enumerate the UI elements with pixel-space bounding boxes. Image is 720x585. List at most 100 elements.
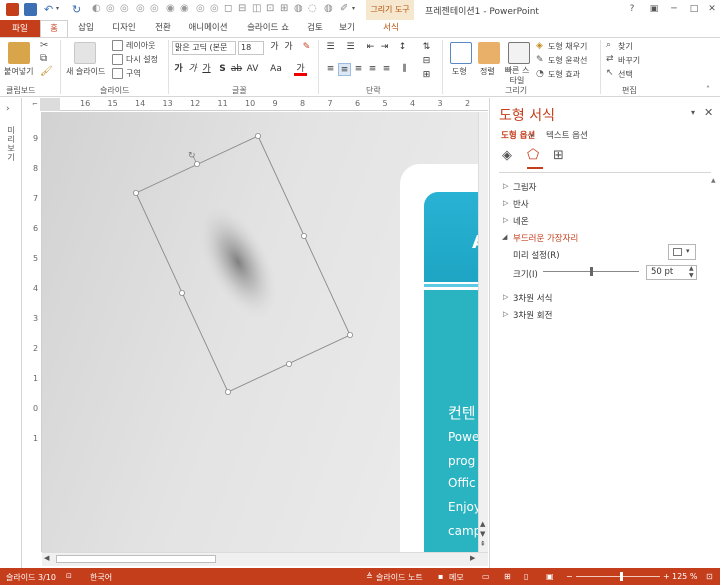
italic-icon[interactable]: 가 [186, 63, 199, 76]
qat-icon-7[interactable]: ◉ [180, 3, 189, 14]
powerpoint-app-icon[interactable] [6, 3, 19, 16]
undo-icon[interactable]: ↶ [44, 3, 53, 16]
quick-styles-icon[interactable] [508, 42, 530, 64]
qat-icon-12[interactable]: ◫ [252, 3, 261, 14]
shape-effects-button[interactable]: 도형 효과 [548, 69, 580, 80]
qat-icon-14[interactable]: ⊞ [280, 3, 288, 14]
replace-icon[interactable]: ⇄ [606, 54, 614, 64]
smartart-icon[interactable]: ⊞ [420, 69, 433, 82]
line-spacing-icon[interactable]: ↕ [396, 41, 409, 54]
qat-customize-icon[interactable]: ▾ [352, 5, 355, 12]
section-reflection[interactable]: 반사 [513, 198, 529, 210]
undo-dropdown-icon[interactable]: ▾ [56, 5, 59, 12]
shapes-icon[interactable] [450, 42, 472, 64]
language-indicator[interactable]: 한국어 [90, 572, 112, 583]
section-3d-rotation[interactable]: 3차원 회전 [513, 309, 552, 321]
section-icon[interactable] [112, 68, 123, 79]
select-button[interactable]: 선택 [618, 69, 633, 80]
find-icon[interactable]: ⌕ [606, 40, 611, 50]
bold-icon[interactable]: 가 [172, 63, 185, 76]
align-right-icon[interactable]: ≡ [352, 63, 365, 76]
ribbon-display-button[interactable]: ▣ [646, 3, 662, 16]
columns-icon[interactable]: ⫼ [398, 63, 411, 76]
copy-icon[interactable]: ⧉ [40, 53, 47, 64]
expand-icon[interactable]: ▷ [503, 293, 508, 301]
tab-slideshow[interactable]: 슬라이드 쇼 [240, 20, 296, 38]
tab-text-options[interactable]: 텍스트 옵션 [546, 129, 588, 141]
align-center-icon[interactable]: ≡ [338, 63, 351, 76]
find-button[interactable]: 찾기 [618, 41, 633, 52]
minimize-button[interactable]: ─ [666, 3, 682, 16]
expand-icon[interactable]: ▷ [503, 310, 508, 318]
shape-outline-button[interactable]: 도형 윤곽선 [548, 55, 587, 66]
font-name-combo[interactable]: 맑은 고딕 (본문 [172, 41, 236, 55]
pane-scrollbar[interactable] [709, 175, 720, 568]
scroll-right-icon[interactable]: ▶ [470, 554, 475, 562]
zoom-out-icon[interactable]: − [566, 572, 573, 581]
qat-icon-15[interactable]: ◍ [294, 3, 303, 14]
pane-options-icon[interactable]: ▾ [691, 108, 695, 117]
tab-view[interactable]: 보기 [334, 20, 360, 38]
shadow-icon[interactable]: S [216, 63, 229, 76]
clear-format-icon[interactable]: ✎ [300, 41, 313, 54]
expand-thumbnails-icon[interactable]: › [6, 104, 10, 114]
select-icon[interactable]: ↖ [606, 68, 614, 78]
canvas-vertical-scrollbar[interactable] [478, 112, 488, 552]
layout-icon[interactable] [112, 40, 123, 51]
collapse-ribbon-icon[interactable]: ˄ [706, 85, 710, 94]
shape-fill-button[interactable]: 도형 채우기 [548, 41, 587, 52]
normal-view-icon[interactable]: ▭ [482, 572, 490, 581]
qat-icon-3[interactable]: ◎ [120, 3, 129, 14]
tab-animations[interactable]: 애니메이션 [184, 20, 232, 38]
save-icon[interactable] [24, 3, 37, 16]
shrink-font-icon[interactable]: 가 [282, 41, 295, 54]
tab-design[interactable]: 디자인 [106, 20, 142, 38]
zoom-slider[interactable] [576, 576, 660, 577]
font-size-combo[interactable]: 18 [238, 41, 264, 55]
format-painter-icon[interactable]: 🖌 [40, 66, 53, 77]
maximize-button[interactable]: □ [686, 3, 702, 16]
quick-styles-button[interactable]: 빠른 스타일 [502, 66, 532, 86]
qat-icon-1[interactable]: ◐ [92, 3, 101, 14]
scroll-up-icon[interactable]: ▲ [480, 520, 485, 528]
fit-to-window-icon[interactable]: ⊡ [706, 572, 713, 581]
align-text-icon[interactable]: ⊟ [420, 55, 433, 68]
numbering-icon[interactable]: ☰ [344, 41, 357, 54]
collapse-icon[interactable]: ◢ [502, 233, 507, 241]
tab-file[interactable]: 파일 [0, 20, 40, 38]
strikethrough-icon[interactable]: ab [230, 63, 243, 76]
shapes-button[interactable]: 도형 [452, 66, 467, 77]
char-spacing-icon[interactable]: AV [246, 63, 259, 76]
qat-icon-5[interactable]: ◎ [150, 3, 159, 14]
qat-icon-8[interactable]: ◎ [196, 3, 205, 14]
tab-review[interactable]: 검토 [302, 20, 328, 38]
arrange-button[interactable]: 정렬 [480, 66, 495, 77]
qat-icon-10[interactable]: ◻ [224, 3, 232, 14]
reset-button[interactable]: 다시 설정 [126, 54, 158, 65]
scroll-up-icon[interactable]: ▲ [711, 177, 716, 184]
qat-icon-16[interactable]: ◌ [308, 3, 317, 14]
tab-format[interactable]: 서식 [374, 20, 408, 38]
change-case-icon[interactable]: Aa [266, 63, 286, 76]
qat-icon-6[interactable]: ◉ [166, 3, 175, 14]
section-glow[interactable]: 네온 [513, 215, 529, 227]
font-color-icon[interactable]: 가 [294, 63, 307, 76]
replace-button[interactable]: 바꾸기 [618, 55, 640, 66]
spellcheck-icon[interactable]: ⊡ [66, 572, 72, 580]
section-3d-format[interactable]: 3차원 서식 [513, 292, 552, 304]
arrange-icon[interactable] [478, 42, 500, 64]
text-direction-icon[interactable]: ⇅ [420, 41, 433, 54]
notes-button[interactable]: 슬라이드 노트 [376, 572, 423, 583]
slide-sorter-icon[interactable]: ⊞ [504, 572, 511, 581]
size-properties-icon[interactable]: ⊞ [553, 148, 564, 163]
close-button[interactable]: ✕ [704, 3, 720, 16]
help-button[interactable]: ? [624, 3, 640, 16]
shape-outline-icon[interactable]: ✎ [536, 55, 544, 65]
scroll-down-icon[interactable]: ▼ [480, 530, 485, 538]
qat-icon-9[interactable]: ◎ [210, 3, 219, 14]
notes-icon[interactable]: ≜ [366, 572, 373, 581]
shape-effects-icon[interactable]: ◔ [536, 69, 544, 79]
paste-button[interactable]: 붙여넣기 [4, 66, 33, 77]
align-left-icon[interactable]: ≡ [324, 63, 337, 76]
qat-icon-2[interactable]: ◎ [106, 3, 115, 14]
